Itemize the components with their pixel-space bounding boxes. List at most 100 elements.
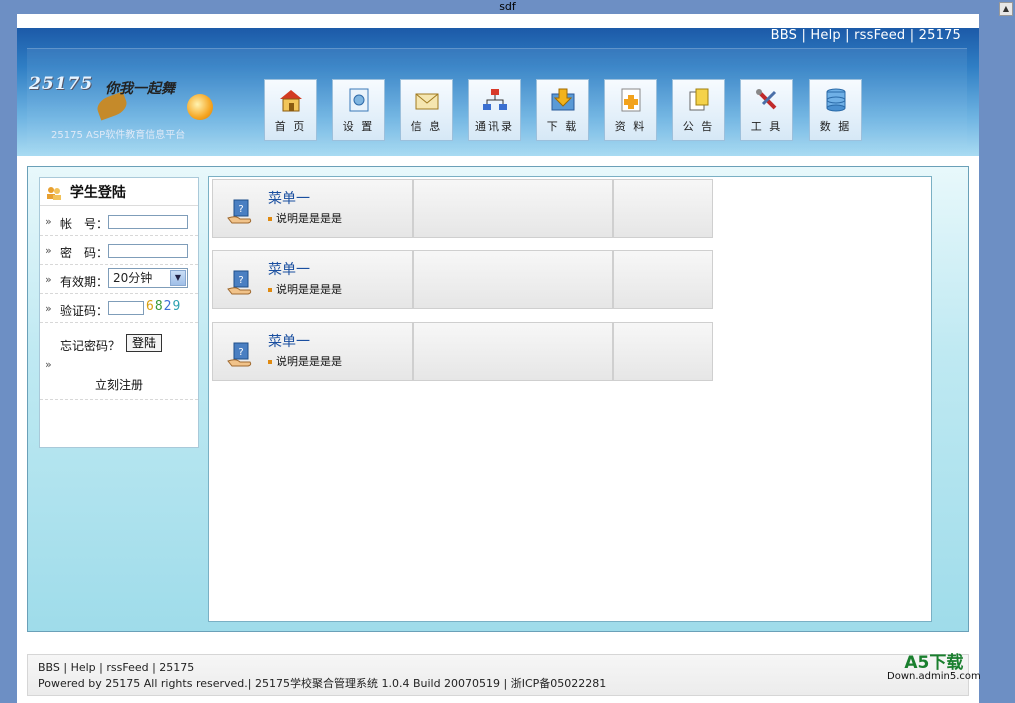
mail-icon [415,93,438,110]
home-icon [279,90,302,112]
scroll-up-arrow-icon[interactable]: ▲ [999,2,1013,16]
footer: BBS | Help | rssFeed | 25175 Powered by … [27,654,969,696]
bullet-icon [268,360,272,364]
menu-item[interactable]: ? 菜单一 说明是是是是 [212,322,413,381]
validity-value: 20分钟 [113,271,153,285]
nav-label: 资 料 [614,120,647,133]
logo-slogan: 你我一起舞 [105,81,175,97]
user-group-icon [47,186,61,200]
login-box: 学生登陆 » 帐 号： » 密 码： » 有效期： 20分钟 ▼ » 验证码： … [39,177,199,448]
watermark-url: Down.admin5.com [887,671,981,682]
password-row: » 密 码： [40,236,198,265]
menu-row: ? 菜单一 说明是是是是 [212,179,713,238]
watermark-logo: A5下载 Down.admin5.com [887,654,981,682]
register-link[interactable]: 立刻注册 [40,376,198,400]
nav-label: 信 息 [410,120,443,133]
validity-label: 有效期： [60,275,109,289]
nav-label: 设 置 [342,120,375,133]
captcha-digit: 6 [146,299,155,314]
watermark-title: A5下载 [904,653,964,673]
row-marker: » [45,302,52,315]
nav-label: 通讯录 [475,120,514,133]
row-marker: » [45,358,52,371]
page: BBS | Help | rssFeed | 25175 25175 你我一起舞… [17,14,979,703]
menu-title[interactable]: 菜单一 [268,331,310,351]
logo-subtitle: 25175 ASP软件教育信息平台 [51,130,186,141]
menu-description-text: 说明是是是是 [276,212,342,225]
nav-item-messages[interactable]: 信 息 [400,79,453,141]
captcha-label: 验证码： [60,304,109,318]
menu-item[interactable]: ? 菜单一 说明是是是是 [212,250,413,309]
captcha-row: » 验证码： 6829 [40,294,198,323]
nav-item-tools[interactable]: 工 具 [740,79,793,141]
nav-label: 数 据 [819,120,852,133]
svg-text:?: ? [238,275,243,286]
password-input[interactable] [108,244,188,258]
menu-cell-empty [613,322,713,381]
login-button[interactable]: 登陆 [126,334,162,352]
validity-select[interactable]: 20分钟 ▼ [108,268,188,288]
svg-text:?: ? [238,347,243,358]
menu-description: 说明是是是是 [268,210,342,226]
bullet-icon [268,217,272,221]
row-marker: » [45,244,52,257]
svg-text:?: ? [238,204,243,215]
account-input[interactable] [108,215,188,229]
network-icon [482,89,507,110]
help-hand-icon: ? [227,270,252,295]
settings-icon [349,88,368,112]
nav-label: 公 告 [682,120,715,133]
nav-item-materials[interactable]: 资 料 [604,79,657,141]
top-link-bbs[interactable]: BBS [771,28,797,43]
nav-item-contacts[interactable]: 通讯录 [468,79,521,141]
chevron-down-icon[interactable]: ▼ [170,270,186,286]
content-area: ? 菜单一 说明是是是是 ? 菜单一 说明是是是是 ? 菜单一 说明是是是是 [208,176,932,622]
menu-title[interactable]: 菜单一 [268,259,310,279]
window-title: sdf [499,0,516,13]
database-icon [826,88,845,112]
account-label: 帐 号： [60,217,109,231]
row-marker: » [45,215,52,228]
download-icon [551,88,574,111]
nav-label: 工 具 [750,120,783,133]
logo-text: 25175 [29,74,94,94]
help-hand-icon: ? [227,199,252,224]
footer-links[interactable]: BBS | Help | rssFeed | 25175 [38,660,958,676]
row-marker: » [45,273,52,286]
forgot-password-link[interactable]: 忘记密码？ [60,337,120,354]
password-label: 密 码： [60,246,109,260]
top-link-rssfeed[interactable]: rssFeed [854,28,905,43]
menu-cell-empty [613,179,713,238]
vertical-scrollbar[interactable] [997,0,1015,703]
validity-row: » 有效期： 20分钟 ▼ [40,265,198,294]
menu-description: 说明是是是是 [268,281,342,297]
nav-item-settings[interactable]: 设 置 [332,79,385,141]
nav-item-notice[interactable]: 公 告 [672,79,725,141]
nav-label: 首 页 [274,120,307,133]
captcha-image[interactable]: 6829 [146,299,181,314]
nav-item-home[interactable]: 首 页 [264,79,317,141]
nav-item-download[interactable]: 下 载 [536,79,589,141]
top-link-help[interactable]: Help [810,28,840,43]
header: BBS | Help | rssFeed | 25175 25175 你我一起舞… [17,28,979,156]
nav-label: 下 载 [546,120,579,133]
nav-item-data[interactable]: 数 据 [809,79,862,141]
menu-description-text: 说明是是是是 [276,283,342,296]
captcha-digit: 9 [172,299,182,314]
menu-title[interactable]: 菜单一 [268,188,310,208]
document-add-icon [621,88,640,112]
captcha-digit: 8 [154,299,164,314]
captcha-input[interactable] [108,301,144,315]
top-link-25175[interactable]: 25175 [919,28,961,43]
menu-item[interactable]: ? 菜单一 说明是是是是 [212,179,413,238]
help-hand-icon: ? [227,342,252,367]
menu-row: ? 菜单一 说明是是是是 [212,322,713,381]
menu-cell-empty [413,179,613,238]
menu-row: ? 菜单一 说明是是是是 [212,250,713,309]
menu-cell-empty [413,322,613,381]
account-row: » 帐 号： [40,207,198,236]
footer-copyright: Powered by 25175 All rights reserved.| 2… [38,677,607,690]
tools-icon [755,89,776,110]
menu-description: 说明是是是是 [268,353,342,369]
top-links: BBS | Help | rssFeed | 25175 [770,28,961,43]
